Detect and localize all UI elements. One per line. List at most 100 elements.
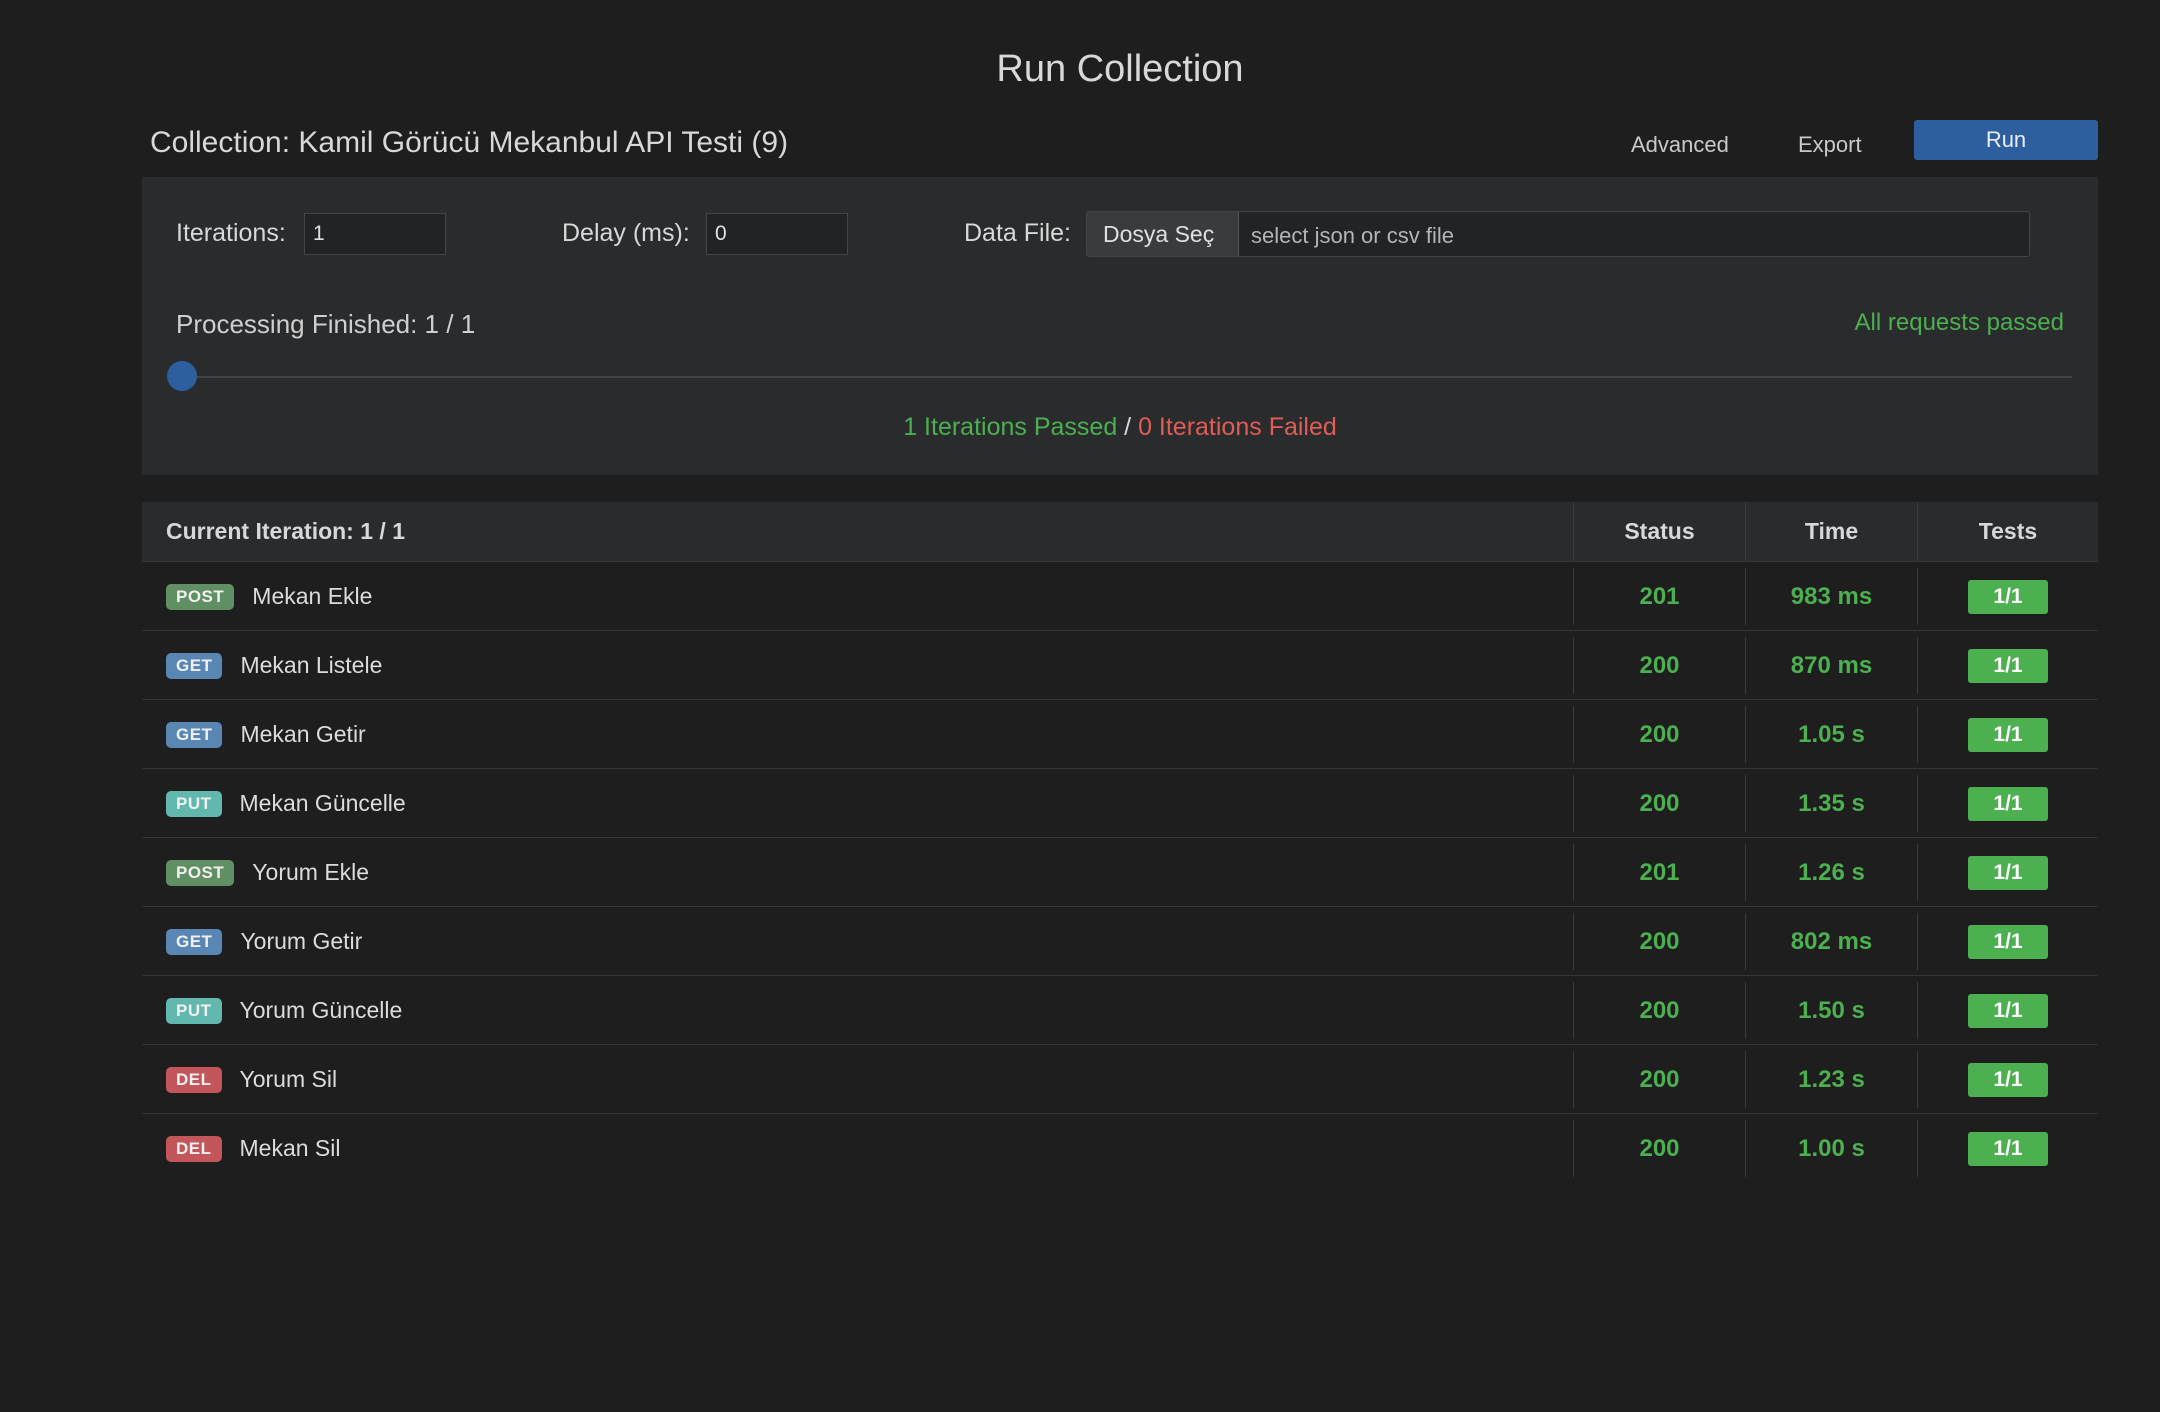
request-cell: GET Mekan Listele bbox=[142, 637, 1574, 694]
choose-file-button[interactable]: Dosya Seç bbox=[1087, 212, 1239, 256]
table-row[interactable]: GET Mekan Getir 200 1.05 s 1/1 bbox=[142, 700, 2098, 769]
status-cell: 200 bbox=[1574, 913, 1746, 970]
request-cell: DEL Yorum Sil bbox=[142, 1051, 1574, 1108]
response-time: 870 ms bbox=[1790, 651, 1873, 679]
method-badge: GET bbox=[166, 652, 223, 679]
method-badge: POST bbox=[166, 859, 235, 886]
status-code: 201 bbox=[1639, 582, 1680, 610]
response-time: 1.35 s bbox=[1798, 789, 1865, 817]
response-time: 1.00 s bbox=[1798, 1134, 1865, 1162]
iterations-passed: 1 Iterations Passed bbox=[903, 413, 1118, 441]
table-row[interactable]: PUT Yorum Güncelle 200 1.50 s 1/1 bbox=[142, 976, 2098, 1045]
request-name[interactable]: Mekan Getir bbox=[240, 721, 365, 748]
method-badge: GET bbox=[166, 721, 223, 748]
method-badge: PUT bbox=[166, 997, 222, 1024]
table-row[interactable]: POST Yorum Ekle 201 1.26 s 1/1 bbox=[142, 838, 2098, 907]
header-tests: Tests bbox=[1978, 518, 2038, 544]
iterations-failed: 0 Iterations Failed bbox=[1138, 413, 1337, 441]
collection-name: Collection: Kamil Görücü Mekanbul API Te… bbox=[150, 126, 789, 159]
tests-cell: 1/1 bbox=[1918, 982, 2098, 1039]
tests-cell: 1/1 bbox=[1918, 568, 2098, 625]
tests-cell: 1/1 bbox=[1918, 913, 2098, 970]
tests-badge[interactable]: 1/1 bbox=[1968, 855, 2048, 890]
response-time: 1.23 s bbox=[1798, 1065, 1865, 1093]
status-cell: 200 bbox=[1574, 706, 1746, 763]
method-badge: DEL bbox=[166, 1135, 222, 1162]
method-badge: PUT bbox=[166, 790, 222, 817]
tests-badge[interactable]: 1/1 bbox=[1968, 924, 2048, 959]
status-code: 200 bbox=[1639, 720, 1680, 748]
request-cell: PUT Mekan Güncelle bbox=[142, 775, 1574, 832]
request-cell: POST Mekan Ekle bbox=[142, 568, 1574, 625]
request-cell: GET Yorum Getir bbox=[142, 913, 1574, 970]
status-code: 200 bbox=[1639, 996, 1680, 1024]
advanced-button[interactable]: Advanced bbox=[1631, 132, 1729, 158]
progress-knob[interactable] bbox=[167, 361, 197, 391]
table-row[interactable]: GET Mekan Listele 200 870 ms 1/1 bbox=[142, 631, 2098, 700]
tests-badge[interactable]: 1/1 bbox=[1968, 579, 2048, 614]
status-code: 200 bbox=[1639, 789, 1680, 817]
tests-badge[interactable]: 1/1 bbox=[1968, 786, 2048, 821]
processing-status: Processing Finished: 1 / 1 bbox=[176, 309, 476, 339]
request-name[interactable]: Mekan Ekle bbox=[252, 583, 372, 610]
request-name[interactable]: Yorum Güncelle bbox=[240, 997, 403, 1024]
method-badge: DEL bbox=[166, 1066, 222, 1093]
header-status: Status bbox=[1574, 502, 1746, 561]
request-name[interactable]: Yorum Getir bbox=[240, 928, 362, 955]
iterations-separator: / bbox=[1117, 413, 1139, 441]
status-cell: 200 bbox=[1574, 1051, 1746, 1108]
delay-label: Delay (ms): bbox=[562, 219, 690, 247]
request-name[interactable]: Yorum Sil bbox=[240, 1066, 338, 1093]
run-button[interactable]: Run bbox=[1914, 120, 2098, 160]
table-row[interactable]: POST Mekan Ekle 201 983 ms 1/1 bbox=[142, 562, 2098, 631]
tests-cell: 1/1 bbox=[1918, 844, 2098, 901]
request-cell: GET Mekan Getir bbox=[142, 706, 1574, 763]
page-title: Run Collection bbox=[996, 48, 1244, 90]
request-name[interactable]: Mekan Sil bbox=[240, 1135, 341, 1162]
status-cell: 200 bbox=[1574, 982, 1746, 1039]
time-cell: 1.26 s bbox=[1746, 844, 1918, 901]
time-cell: 1.50 s bbox=[1746, 982, 1918, 1039]
status-cell: 200 bbox=[1574, 775, 1746, 832]
tests-badge[interactable]: 1/1 bbox=[1968, 993, 2048, 1028]
method-badge: POST bbox=[166, 583, 235, 610]
request-name[interactable]: Mekan Listele bbox=[240, 652, 382, 679]
request-name[interactable]: Mekan Güncelle bbox=[240, 790, 406, 817]
tests-badge[interactable]: 1/1 bbox=[1968, 1131, 2048, 1166]
response-time: 1.50 s bbox=[1798, 996, 1865, 1024]
file-placeholder: select json or csv file bbox=[1251, 223, 1454, 248]
request-cell: PUT Yorum Güncelle bbox=[142, 982, 1574, 1039]
header-current-iteration: Current Iteration: 1 / 1 bbox=[142, 502, 1574, 561]
time-cell: 1.23 s bbox=[1746, 1051, 1918, 1108]
table-row[interactable]: DEL Yorum Sil 200 1.23 s 1/1 bbox=[142, 1045, 2098, 1114]
tests-badge[interactable]: 1/1 bbox=[1968, 717, 2048, 752]
time-cell: 983 ms bbox=[1746, 568, 1918, 625]
iterations-input[interactable] bbox=[304, 213, 446, 255]
tests-badge[interactable]: 1/1 bbox=[1968, 1062, 2048, 1097]
tests-badge[interactable]: 1/1 bbox=[1968, 648, 2048, 683]
time-cell: 1.35 s bbox=[1746, 775, 1918, 832]
table-row[interactable]: GET Yorum Getir 200 802 ms 1/1 bbox=[142, 907, 2098, 976]
data-file-label: Data File: bbox=[964, 219, 1071, 247]
status-cell: 201 bbox=[1574, 568, 1746, 625]
delay-input[interactable] bbox=[706, 213, 848, 255]
progress-slider[interactable] bbox=[167, 361, 2072, 391]
table-row[interactable]: PUT Mekan Güncelle 200 1.35 s 1/1 bbox=[142, 769, 2098, 838]
requests-status: All requests passed bbox=[1854, 309, 2064, 336]
status-cell: 201 bbox=[1574, 844, 1746, 901]
method-badge: GET bbox=[166, 928, 223, 955]
request-name[interactable]: Yorum Ekle bbox=[252, 859, 369, 886]
iterations-label: Iterations: bbox=[176, 219, 286, 247]
time-cell: 1.05 s bbox=[1746, 706, 1918, 763]
table-row[interactable]: DEL Mekan Sil 200 1.00 s 1/1 bbox=[142, 1114, 2098, 1183]
results-body: POST Mekan Ekle 201 983 ms 1/1 GET Mekan Liste… bbox=[142, 562, 2098, 1183]
response-time: 983 ms bbox=[1790, 582, 1873, 610]
export-button[interactable]: Export bbox=[1798, 132, 1862, 158]
results-header: Current Iteration: 1 / 1 Status Time Tes… bbox=[142, 502, 2098, 562]
status-code: 200 bbox=[1639, 927, 1680, 955]
iteration-summary: 1 Iterations Passed / 0 Iterations Faile… bbox=[142, 413, 2098, 442]
request-cell: POST Yorum Ekle bbox=[142, 844, 1574, 901]
results-table: Current Iteration: 1 / 1 Status Time Tes… bbox=[142, 502, 2098, 1183]
status-code: 200 bbox=[1639, 1065, 1680, 1093]
data-file-field[interactable]: Dosya Seç select json or csv file bbox=[1086, 211, 2030, 257]
